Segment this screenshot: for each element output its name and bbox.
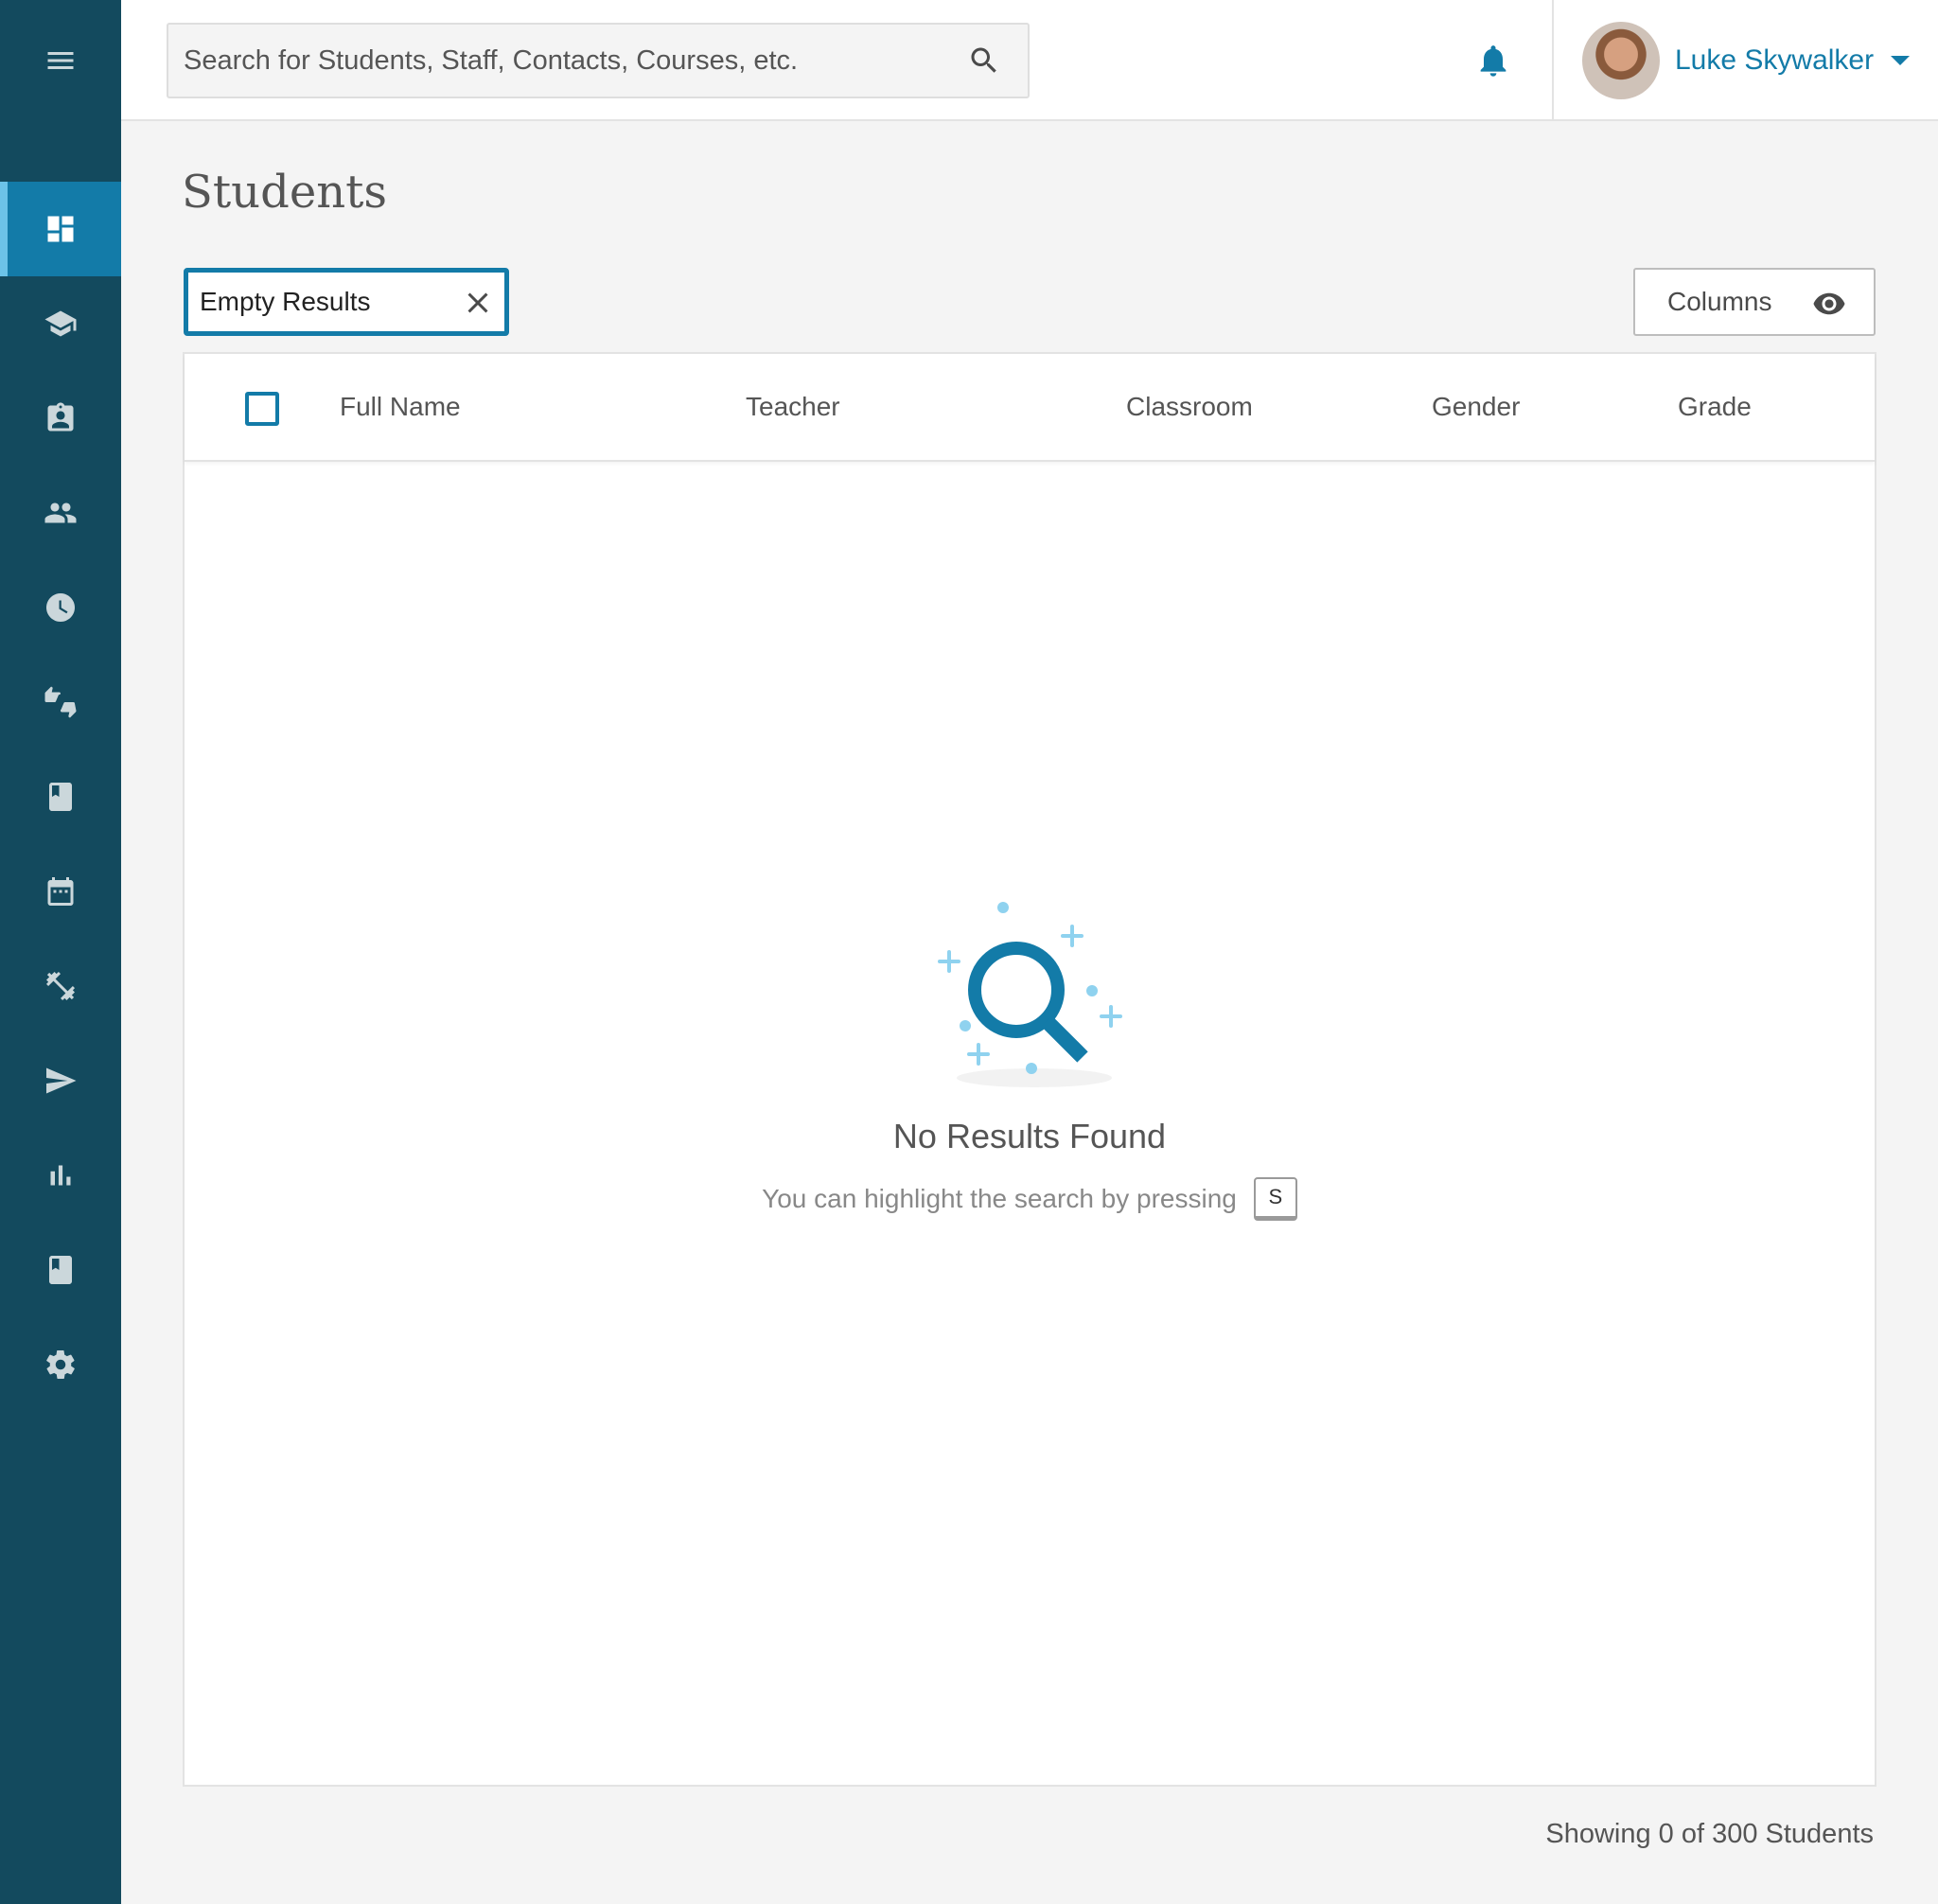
header-divider xyxy=(1552,0,1554,121)
table-header-row: Full Name Teacher Classroom Gender Grade xyxy=(185,354,1875,462)
empty-state-hint: You can highlight the search by pressing… xyxy=(185,1177,1875,1221)
hamburger-icon xyxy=(47,52,74,69)
sidebar-item-reports[interactable] xyxy=(0,1128,121,1223)
column-header-gender[interactable]: Gender xyxy=(1432,392,1520,422)
graduation-cap-icon xyxy=(44,310,77,337)
column-header-grade[interactable]: Grade xyxy=(1678,392,1752,422)
people-icon xyxy=(44,502,77,523)
contact-badge-icon xyxy=(47,402,74,432)
filter-chip-label: Empty Results xyxy=(200,287,371,316)
students-table: Full Name Teacher Classroom Gender Grade xyxy=(183,352,1876,1787)
sidebar-item-staff[interactable] xyxy=(0,371,121,466)
column-header-full-name[interactable]: Full Name xyxy=(340,392,461,422)
sidebar xyxy=(0,0,121,1904)
sidebar-item-athletics[interactable] xyxy=(0,939,121,1033)
user-name: Luke Skywalker xyxy=(1675,44,1875,76)
sidebar-item-students[interactable] xyxy=(0,276,121,371)
sidebar-item-calendar[interactable] xyxy=(0,844,121,939)
sidebar-item-messages[interactable] xyxy=(0,1033,121,1128)
book-icon xyxy=(49,783,72,811)
magnifier-illustration-icon xyxy=(938,902,1122,1087)
bookmark-book-icon xyxy=(49,1256,72,1284)
columns-button-label: Columns xyxy=(1667,287,1772,316)
fitness-icon xyxy=(46,972,75,1000)
chevron-down-icon xyxy=(1891,56,1911,65)
column-header-classroom[interactable]: Classroom xyxy=(1126,392,1253,422)
search-input[interactable] xyxy=(168,25,944,97)
settings-icon xyxy=(46,1350,75,1379)
calendar-icon xyxy=(47,877,74,906)
bell-icon[interactable] xyxy=(1474,42,1512,79)
empty-state-hint-text: You can highlight the search by pressing xyxy=(762,1184,1237,1213)
filter-chip[interactable]: Empty Results xyxy=(184,268,509,336)
close-icon[interactable] xyxy=(461,286,495,320)
send-icon xyxy=(46,1067,77,1094)
top-header: Luke Skywalker xyxy=(121,0,1938,121)
sidebar-item-behavior[interactable] xyxy=(0,655,121,749)
empty-state-title: No Results Found xyxy=(892,1117,1167,1155)
thumbs-up-down-icon xyxy=(44,686,77,718)
user-menu[interactable]: Luke Skywalker xyxy=(1582,19,1911,102)
page-title: Students xyxy=(182,166,388,219)
search-icon[interactable] xyxy=(967,44,1001,78)
menu-button[interactable] xyxy=(0,0,121,121)
select-all-checkbox[interactable] xyxy=(245,392,279,426)
sidebar-item-library[interactable] xyxy=(0,1223,121,1317)
eye-icon xyxy=(1813,292,1845,315)
sidebar-item-dashboard[interactable] xyxy=(0,182,121,276)
columns-button[interactable]: Columns xyxy=(1633,268,1876,336)
sidebar-item-contacts[interactable] xyxy=(0,466,121,560)
bar-chart-icon xyxy=(50,1165,71,1186)
sidebar-item-courses[interactable] xyxy=(0,749,121,844)
column-header-teacher[interactable]: Teacher xyxy=(746,392,840,422)
dashboard-icon xyxy=(47,216,74,242)
results-count: Showing 0 of 300 Students xyxy=(1545,1819,1874,1849)
global-search xyxy=(167,23,1030,98)
keyboard-shortcut-key: S xyxy=(1253,1177,1297,1221)
avatar xyxy=(1582,22,1660,99)
empty-state: No Results Found You can highlight the s… xyxy=(185,865,1875,1221)
sidebar-item-attendance[interactable] xyxy=(0,560,121,655)
sidebar-item-settings[interactable] xyxy=(0,1317,121,1412)
clock-icon xyxy=(46,593,75,622)
